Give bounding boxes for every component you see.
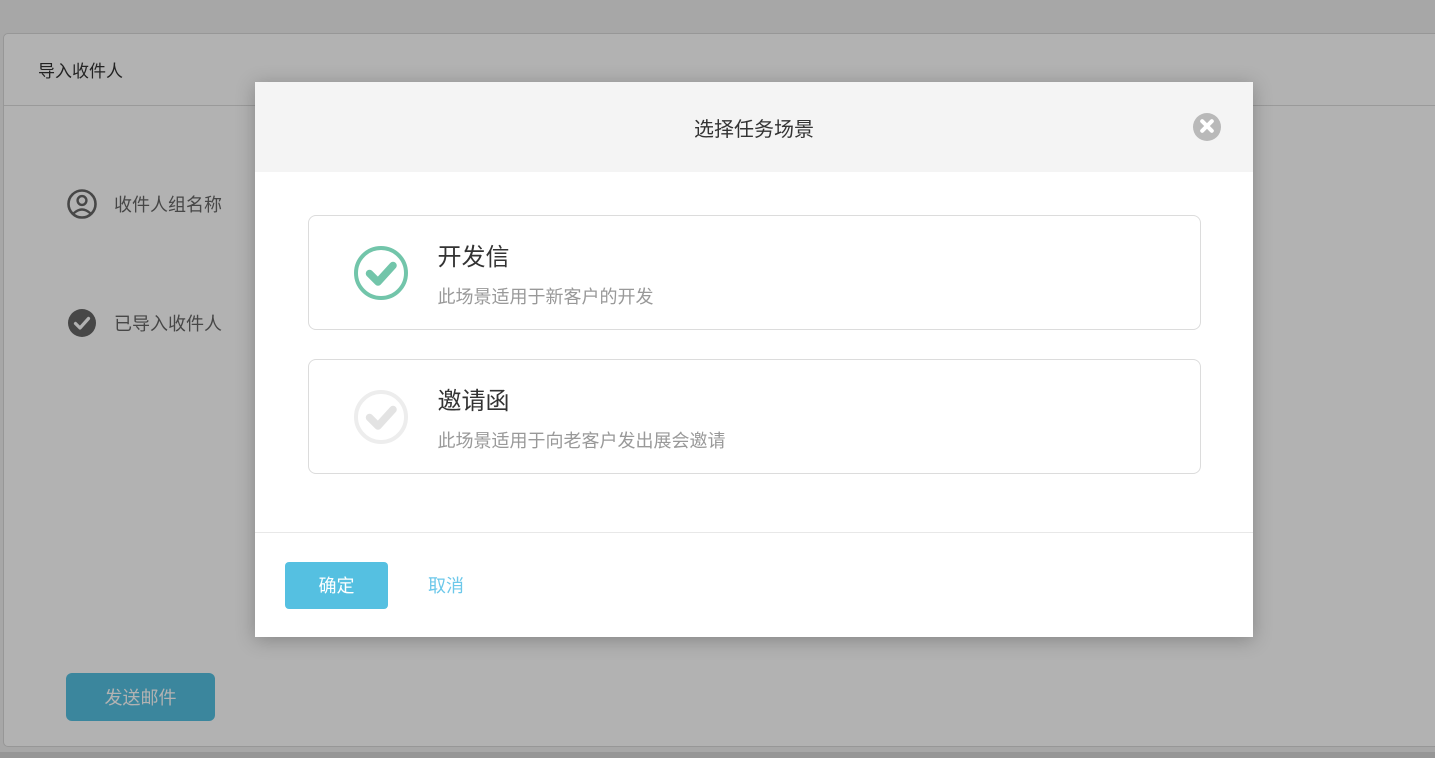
option-description: 此场景适用于向老客户发出展会邀请 xyxy=(438,427,726,453)
option-title: 开发信 xyxy=(438,237,654,272)
option-text: 开发信 此场景适用于新客户的开发 xyxy=(438,237,654,309)
option-text: 邀请函 此场景适用于向老客户发出展会邀请 xyxy=(438,381,726,453)
check-selected-icon xyxy=(353,245,409,301)
dialog-title: 选择任务场景 xyxy=(694,113,814,142)
dialog-body: 开发信 此场景适用于新客户的开发 邀请函 此场景适用于向老客户发出展会邀请 xyxy=(255,172,1253,532)
confirm-button[interactable]: 确定 xyxy=(285,562,388,609)
option-title: 邀请函 xyxy=(438,381,726,416)
dialog-footer: 确定 取消 xyxy=(255,532,1253,637)
option-invitation-letter[interactable]: 邀请函 此场景适用于向老客户发出展会邀请 xyxy=(308,359,1201,474)
check-unselected-icon xyxy=(353,389,409,445)
dialog-header: 选择任务场景 xyxy=(255,82,1253,172)
close-button[interactable] xyxy=(1193,113,1221,141)
task-scene-dialog: 选择任务场景 开发信 此场景适用于新客户的开发 xyxy=(255,82,1253,637)
option-description: 此场景适用于新客户的开发 xyxy=(438,283,654,309)
option-development-letter[interactable]: 开发信 此场景适用于新客户的开发 xyxy=(308,215,1201,330)
cancel-link[interactable]: 取消 xyxy=(428,572,464,598)
close-icon xyxy=(1199,118,1215,137)
